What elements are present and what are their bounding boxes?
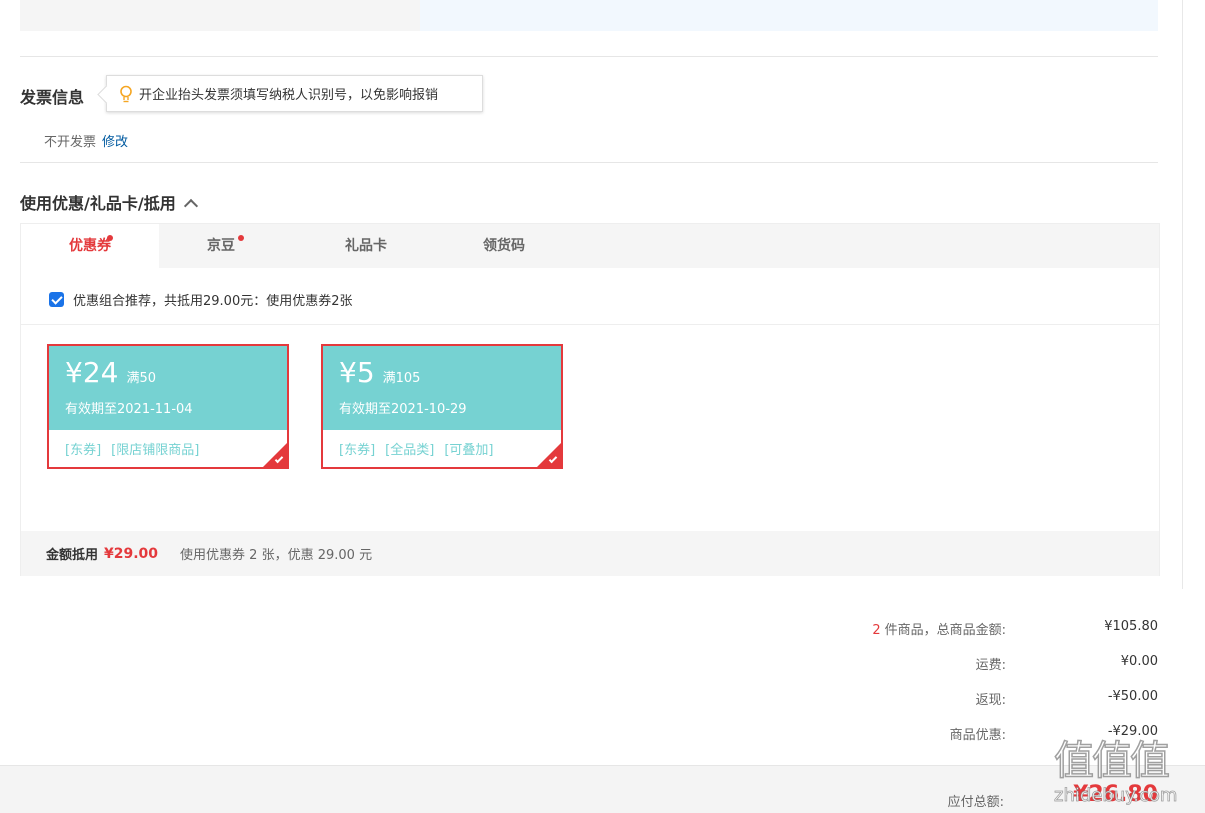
new-badge-dot	[107, 235, 113, 241]
coupon-amount: ¥5	[339, 356, 375, 389]
cashback-row: 返现: -¥50.00	[700, 689, 1158, 709]
coupon-condition: 满50	[126, 371, 156, 386]
discount-section-title[interactable]: 使用优惠/礼品卡/抵用	[20, 190, 198, 214]
coupon-tag: [全品类]	[385, 443, 435, 458]
invoice-status-row: 不开发票 修改	[44, 131, 128, 150]
coupon-validity: 有效期至2021-10-29	[339, 402, 467, 417]
goods-total-text: 件商品，总商品金额:	[884, 623, 1006, 638]
discount-panel: 优惠券 京豆 礼品卡 领货码 优惠组合推荐，共抵用29.00元：使用优惠券2张 …	[20, 223, 1160, 576]
discount-tabs: 优惠券 京豆 礼品卡 领货码	[21, 224, 1159, 268]
coupon-tag: [东券]	[339, 443, 376, 458]
content-right-border	[1182, 0, 1183, 589]
divider	[21, 324, 1159, 325]
summary-description: 使用优惠券 2 张，优惠 29.00 元	[180, 548, 373, 563]
combo-recommend-checkbox[interactable]	[49, 292, 64, 307]
goods-total-row: 2 件商品，总商品金额: ¥105.80	[700, 619, 1158, 639]
coupon-tags: [东券] [全品类] [可叠加]	[339, 439, 503, 458]
discount-summary-bar: 金额抵用 ¥29.00 使用优惠券 2 张，优惠 29.00 元	[21, 531, 1159, 576]
discount-row: 商品优惠: -¥29.00	[700, 724, 1158, 744]
tab-label: 领货码	[483, 238, 525, 254]
shipping-label: 运费:	[975, 658, 1006, 673]
divider	[20, 56, 1158, 57]
combo-recommend-row: 优惠组合推荐，共抵用29.00元：使用优惠券2张	[49, 290, 353, 309]
invoice-section-title: 发票信息	[20, 88, 85, 107]
coupon-validity: 有效期至2021-11-04	[65, 402, 193, 417]
tab-label: 礼品卡	[345, 238, 387, 254]
chevron-up-icon[interactable]	[183, 198, 198, 214]
selected-corner	[537, 443, 561, 467]
cashback-label: 返现:	[975, 693, 1006, 708]
coupon-head: ¥24 满50 有效期至2021-11-04	[49, 346, 287, 430]
coupon-tag: [可叠加]	[444, 443, 494, 458]
item-count: 2	[872, 623, 881, 638]
goods-total-label: 2 件商品，总商品金额:	[872, 619, 1006, 638]
discount-section-label: 使用优惠/礼品卡/抵用	[20, 194, 176, 213]
coupon-amount-line: ¥5 满105	[339, 356, 420, 389]
payable-value: ¥26.80	[1073, 782, 1158, 807]
coupon-tag: [限店铺限商品]	[111, 443, 200, 458]
tab-label: 京豆	[207, 238, 235, 254]
tab-pickup-code[interactable]: 领货码	[435, 224, 573, 268]
invoice-tip-tooltip: 开企业抬头发票须填写纳税人识别号，以免影响报销	[106, 75, 483, 112]
coupon-tags: [东券] [限店铺限商品]	[65, 439, 209, 458]
coupon-card[interactable]: ¥5 满105 有效期至2021-10-29 [东券] [全品类] [可叠加]	[321, 344, 563, 469]
tab-coupons[interactable]: 优惠券	[21, 224, 159, 268]
invoice-edit-link[interactable]: 修改	[102, 135, 128, 150]
coupon-card[interactable]: ¥24 满50 有效期至2021-11-04 [东券] [限店铺限商品]	[47, 344, 289, 469]
top-strip-right	[420, 0, 1158, 31]
coupon-condition: 满105	[382, 371, 421, 386]
tab-label: 优惠券	[69, 238, 111, 254]
summary-label: 金额抵用	[46, 548, 99, 563]
invoice-status: 不开发票	[44, 135, 97, 150]
selected-corner	[263, 443, 287, 467]
discount-label: 商品优惠:	[949, 728, 1006, 743]
divider	[20, 162, 1158, 163]
discount-value: -¥29.00	[1107, 724, 1158, 739]
tab-jingdou[interactable]: 京豆	[152, 224, 290, 268]
payable-bar: 应付总额: ¥26.80	[0, 765, 1205, 813]
goods-total-value: ¥105.80	[1104, 619, 1158, 634]
combo-recommend-text: 优惠组合推荐，共抵用29.00元：使用优惠券2张	[73, 294, 353, 309]
cashback-value: -¥50.00	[1107, 689, 1158, 704]
summary-amount: ¥29.00	[104, 545, 159, 562]
tab-gift-card[interactable]: 礼品卡	[297, 224, 435, 268]
coupon-head: ¥5 满105 有效期至2021-10-29	[323, 346, 561, 430]
lightbulb-icon	[120, 85, 132, 102]
shipping-row: 运费: ¥0.00	[700, 654, 1158, 674]
payable-label: 应付总额:	[947, 795, 1004, 810]
invoice-tip-text: 开企业抬头发票须填写纳税人识别号，以免影响报销	[139, 88, 439, 103]
coupon-amount-line: ¥24 满50	[65, 356, 156, 389]
coupon-tag: [东券]	[65, 443, 102, 458]
new-badge-dot	[238, 235, 244, 241]
shipping-value: ¥0.00	[1120, 654, 1158, 669]
top-strip-left	[20, 0, 420, 31]
coupon-amount: ¥24	[65, 356, 119, 389]
